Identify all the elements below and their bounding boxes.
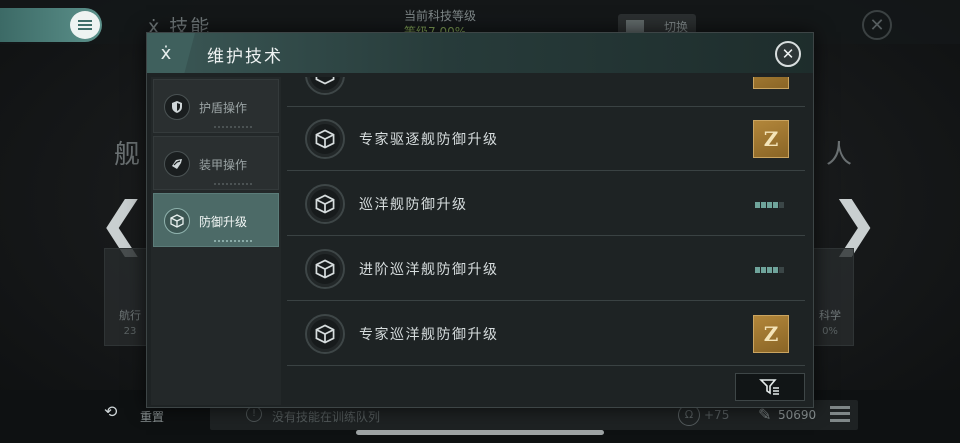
list-item[interactable]: 专家巡洋舰防御升级 Z <box>287 302 805 366</box>
list-item[interactable]: 专家驱逐舰防御升级 Z <box>287 107 805 171</box>
background-close-icon[interactable]: ✕ <box>862 10 892 40</box>
home-indicator[interactable] <box>356 430 604 435</box>
sidebar-item-armor[interactable]: 装甲操作 <box>153 136 279 190</box>
side-text-left: 舰 <box>114 140 141 170</box>
cube-icon <box>305 77 345 95</box>
modal-header: ẋ 维护技术 ✕ <box>147 33 813 73</box>
cube-icon <box>305 119 345 159</box>
z-badge <box>753 77 789 89</box>
cube-icon <box>305 184 345 224</box>
sidebar-item-label: 装甲操作 <box>199 158 248 172</box>
skill-icon: ẋ <box>147 33 195 73</box>
skill-level-bar <box>755 202 789 208</box>
sidebar: 护盾操作 装甲操作 防御升级 <box>151 77 281 405</box>
filter-button[interactable] <box>735 373 805 401</box>
reset-button[interactable]: 重置 <box>140 408 164 425</box>
sidebar-item-label: 护盾操作 <box>199 101 248 115</box>
sidebar-item-defense-upgrade[interactable]: 防御升级 <box>153 193 279 247</box>
cube-icon <box>305 249 345 289</box>
list-item[interactable]: 进阶巡洋舰防御升级 <box>287 237 805 301</box>
side-text-right: 人 <box>826 140 853 170</box>
divider <box>214 126 252 128</box>
sidebar-item-shield[interactable]: 护盾操作 <box>153 79 279 133</box>
skill-level-bar <box>755 267 789 273</box>
skill-name: 专家驱逐舰防御升级 <box>359 132 499 148</box>
arrow-right-icon[interactable]: ❯ <box>830 194 879 252</box>
modal-title: 维护技术 <box>207 47 283 67</box>
divider <box>214 183 252 185</box>
skill-name: 进阶巡洋舰防御升级 <box>359 262 499 278</box>
arrow-left-icon[interactable]: ❮ <box>98 194 147 252</box>
list-menu-icon[interactable] <box>830 406 850 422</box>
armor-icon <box>164 151 190 177</box>
cube-icon <box>164 208 190 234</box>
cost-value: 50690 <box>778 408 817 422</box>
maintenance-tech-modal: ẋ 维护技术 ✕ 护盾操作 装甲操作 防御升级 专家驱逐舰防御升级 Z 巡洋舰防… <box>146 32 814 408</box>
skill-list[interactable]: 专家驱逐舰防御升级 Z 巡洋舰防御升级 进阶巡洋舰防御升级 专家巡洋舰防御升级 … <box>287 77 807 405</box>
close-icon[interactable]: ✕ <box>775 41 801 67</box>
skill-name: 专家巡洋舰防御升级 <box>359 327 499 343</box>
info-icon: ! <box>246 406 262 422</box>
menu-icon[interactable] <box>70 11 100 39</box>
divider <box>214 240 252 242</box>
reset-icon[interactable]: ⟲ <box>104 402 117 421</box>
queue-text: 没有技能在训练队列 <box>272 410 381 424</box>
sidebar-item-label: 防御升级 <box>199 215 248 229</box>
skill-name: 巡洋舰防御升级 <box>359 197 468 213</box>
cube-icon <box>305 314 345 354</box>
list-item[interactable] <box>287 77 805 107</box>
z-badge: Z <box>753 120 789 158</box>
filter-icon <box>759 379 779 395</box>
z-badge: Z <box>753 315 789 353</box>
tech-level-label: 当前科技等级 <box>404 9 477 23</box>
shield-icon <box>164 94 190 120</box>
list-item[interactable]: 巡洋舰防御升级 <box>287 172 805 236</box>
plus-value: +75 <box>704 408 730 422</box>
